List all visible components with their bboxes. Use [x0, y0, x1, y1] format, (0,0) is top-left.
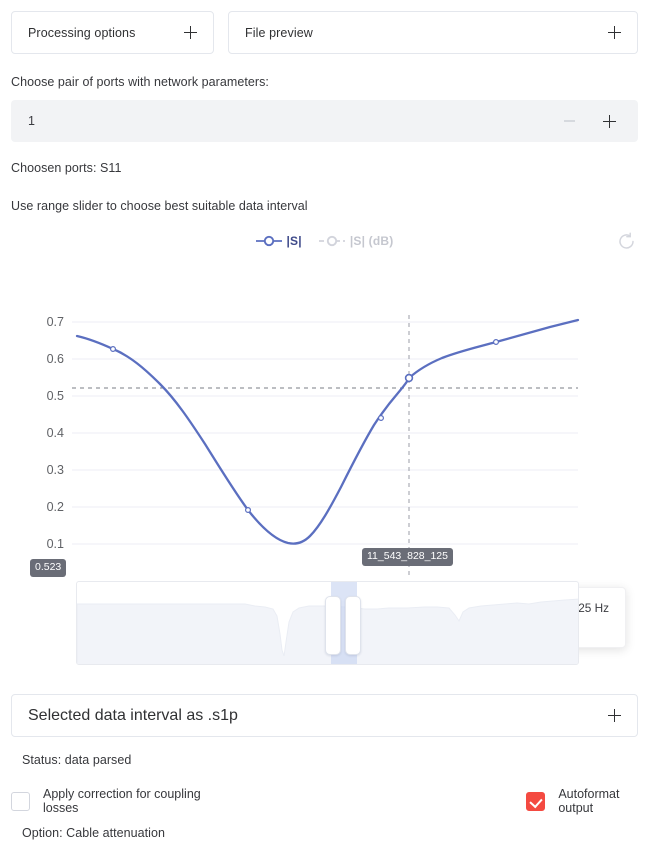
checkbox-autoformat-output[interactable]: Autoformat output — [526, 787, 638, 815]
selected-interval-card[interactable]: Selected data interval as .s1p — [11, 694, 638, 737]
range-slider-hint: Use range slider to choose best suitable… — [11, 199, 308, 213]
checkbox-coupling-losses[interactable]: Apply correction for coupling losses — [11, 787, 205, 815]
y-axis-hover-badge: 0.523 — [30, 559, 67, 577]
svg-text:0.5: 0.5 — [47, 389, 64, 403]
chart-crosshair — [72, 315, 578, 575]
series-line-s — [75, 318, 580, 545]
checkbox-box[interactable] — [11, 791, 30, 811]
plus-icon[interactable] — [608, 26, 621, 39]
stepper-decrement-button[interactable] — [558, 110, 580, 132]
svg-text:0.7: 0.7 — [47, 315, 64, 329]
series-point-markers — [109, 338, 500, 514]
option-text: Option: Cable attenuation — [22, 826, 166, 840]
checkbox-coupling-losses-label: Apply correction for coupling losses — [43, 787, 201, 815]
y-axis-tick-labels: 0.7 0.6 0.5 0.4 0.3 0.2 0.1 0 — [47, 315, 64, 575]
port-number-value[interactable]: 1 — [28, 114, 558, 128]
port-number-stepper[interactable]: 1 — [11, 100, 638, 142]
svg-text:0.1: 0.1 — [47, 537, 64, 551]
processing-options-card[interactable]: Processing options — [11, 11, 214, 54]
checkbox-row: Apply correction for coupling losses Aut… — [11, 787, 638, 815]
hovered-point-marker — [404, 373, 414, 383]
plus-icon[interactable] — [184, 26, 197, 39]
selected-interval-label: Selected data interval as .s1p — [28, 706, 238, 724]
choosen-ports-label: Choosen ports: S11 — [11, 161, 122, 175]
range-handle-left[interactable] — [325, 596, 341, 655]
svg-text:0.3: 0.3 — [47, 463, 64, 477]
range-slider[interactable] — [76, 581, 579, 665]
svg-text:0.2: 0.2 — [47, 500, 64, 514]
svg-text:0.6: 0.6 — [47, 352, 64, 366]
checkbox-autoformat-output-label: Autoformat output — [558, 787, 620, 815]
plus-icon[interactable] — [608, 709, 621, 722]
status-text: Status: data parsed — [22, 753, 132, 767]
x-axis-hover-badge: 11_543_828_125 — [362, 548, 453, 566]
chart-gridlines — [72, 321, 578, 545]
file-preview-label: File preview — [245, 25, 313, 40]
stepper-increment-button[interactable] — [598, 110, 620, 132]
processing-options-label: Processing options — [28, 25, 136, 40]
minus-icon — [563, 120, 575, 122]
checkbox-box-checked[interactable] — [526, 791, 546, 811]
ports-section-label: Choose pair of ports with network parame… — [11, 75, 269, 89]
top-card-row: Processing options File preview — [0, 0, 649, 54]
chart-plot: 0.7 0.6 0.5 0.4 0.3 0.2 0.1 0 11_509_453… — [47, 315, 580, 575]
svg-text:0.4: 0.4 — [47, 426, 64, 440]
plus-icon — [602, 114, 616, 128]
range-handle-right[interactable] — [345, 596, 361, 655]
chart-container[interactable]: |S| |S| (dB) 0.7 0.6 0.5 0.4 0.3 0.2 0.1… — [0, 225, 649, 648]
file-preview-card[interactable]: File preview — [228, 11, 638, 54]
